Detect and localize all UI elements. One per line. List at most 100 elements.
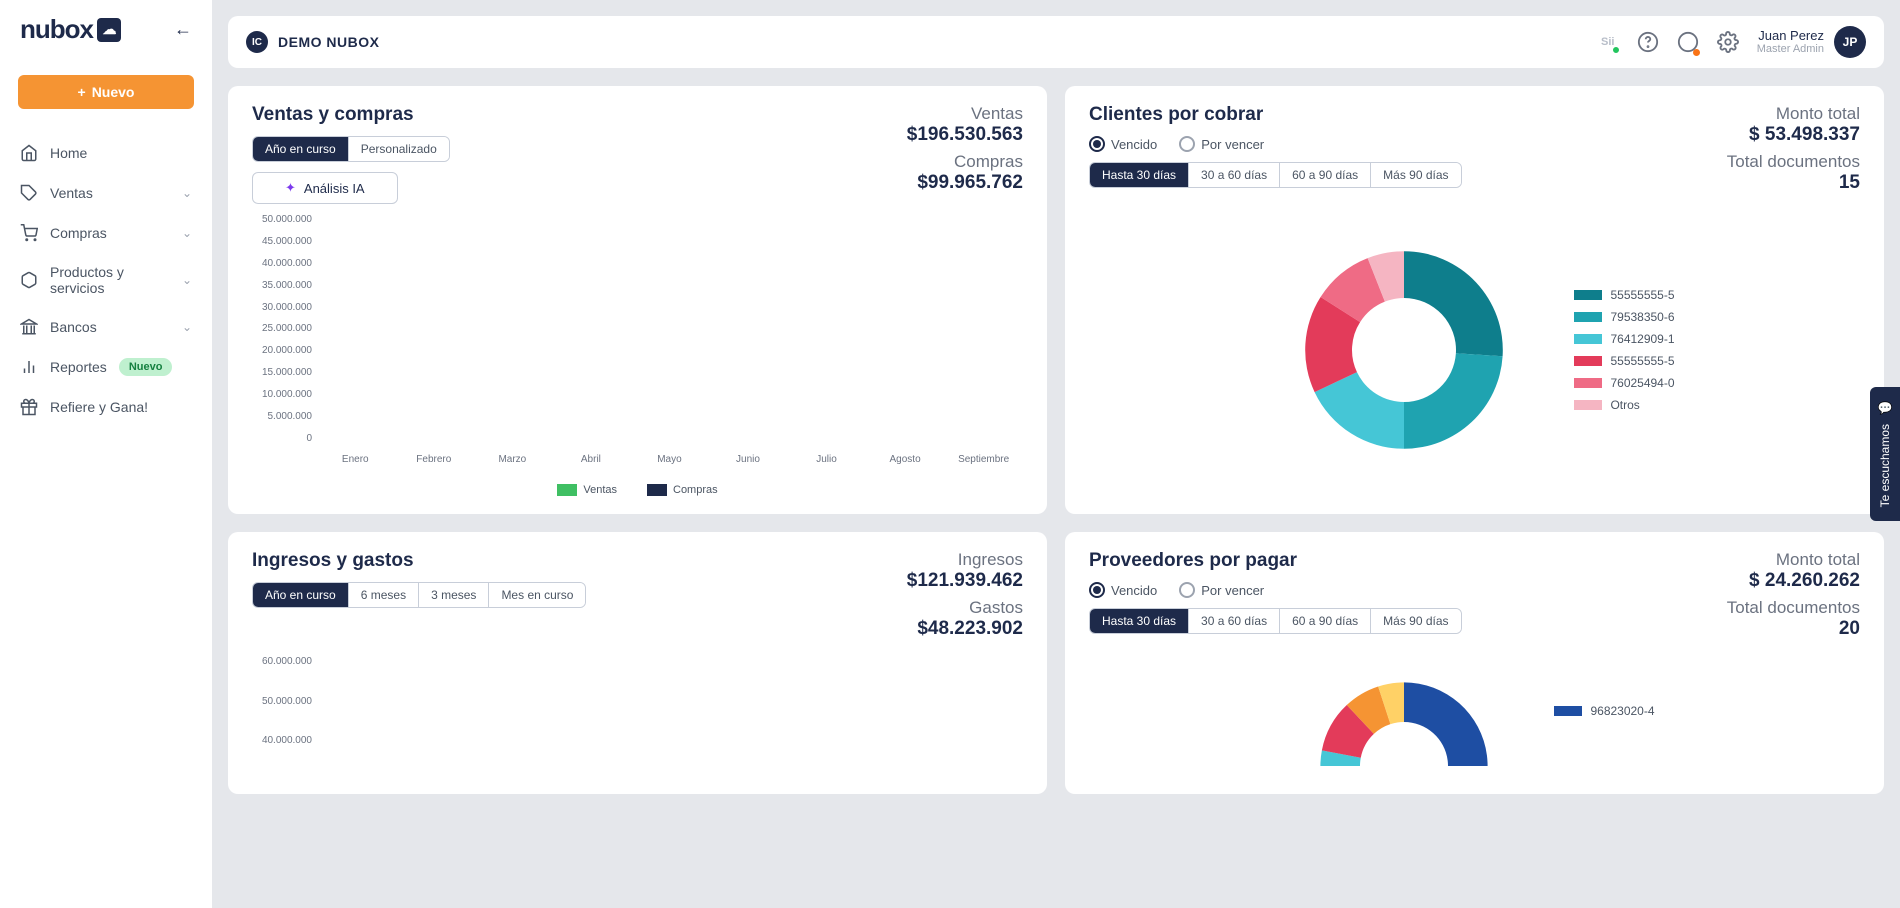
sidebar-item-bank[interactable]: Bancos⌄ <box>0 307 212 347</box>
radio-dot <box>1179 582 1195 598</box>
legend-item: Ventas <box>557 484 617 496</box>
segment-proveedores: Hasta 30 días30 a 60 días60 a 90 díasMás… <box>1089 608 1462 634</box>
metric-label: Ingresos <box>907 550 1023 570</box>
sii-status-icon[interactable]: Sii <box>1597 31 1619 53</box>
donut-slice <box>1404 251 1503 356</box>
chevron-down-icon: ⌄ <box>182 273 192 287</box>
segment-option[interactable]: 60 a 90 días <box>1280 609 1371 633</box>
segment-option[interactable]: Año en curso <box>253 583 349 607</box>
sidebar-item-label: Ventas <box>50 185 93 201</box>
avatar: JP <box>1834 26 1866 58</box>
sidebar-item-box[interactable]: Productos y servicios⌄ <box>0 253 212 307</box>
x-tick: Abril <box>561 448 621 474</box>
chevron-down-icon: ⌄ <box>182 320 192 334</box>
sidebar-item-gift[interactable]: Refiere y Gana! <box>0 387 212 427</box>
sidebar-item-chart[interactable]: ReportesNuevo <box>0 347 212 387</box>
metric-value: $48.223.902 <box>907 618 1023 640</box>
y-tick: 5.000.000 <box>252 411 312 422</box>
legend-item: 76412909-1 <box>1574 332 1674 346</box>
x-tick: Junio <box>718 448 778 474</box>
settings-icon[interactable] <box>1717 31 1739 53</box>
radio-dot <box>1179 136 1195 152</box>
legend-item: 96823020-4 <box>1554 704 1654 718</box>
metric-label: Total documentos <box>1727 598 1860 618</box>
radio-option[interactable]: Por vencer <box>1179 136 1264 152</box>
metric-value: $196.530.563 <box>907 124 1023 146</box>
segment-option[interactable]: 30 a 60 días <box>1189 163 1280 187</box>
radio-option[interactable]: Por vencer <box>1179 582 1264 598</box>
segment-ingresos-gastos: Año en curso6 meses3 mesesMes en curso <box>252 582 586 608</box>
metric-label: Monto total <box>1727 104 1860 124</box>
sidebar-item-label: Refiere y Gana! <box>50 399 148 415</box>
x-tick: Febrero <box>404 448 464 474</box>
metric-label: Gastos <box>907 598 1023 618</box>
donut-legend: 96823020-4 <box>1554 704 1654 718</box>
new-button[interactable]: + Nuevo <box>18 75 194 109</box>
x-tick: Mayo <box>639 448 699 474</box>
gift-icon <box>20 398 38 416</box>
feedback-icon: 💬 <box>1878 401 1892 416</box>
segment-option[interactable]: Más 90 días <box>1371 609 1460 633</box>
sidebar: nubox☁ ← + Nuevo HomeVentas⌄Compras⌄Prod… <box>0 0 212 908</box>
metric-value: $121.939.462 <box>907 570 1023 592</box>
metric-value: $99.965.762 <box>907 172 1023 194</box>
badge-new: Nuevo <box>119 358 173 376</box>
user-menu[interactable]: Juan Perez Master Admin JP <box>1757 26 1866 58</box>
nav: HomeVentas⌄Compras⌄Productos y servicios… <box>0 133 212 427</box>
metric-label: Monto total <box>1727 550 1860 570</box>
segment-option[interactable]: Personalizado <box>349 137 449 161</box>
sidebar-item-tag[interactable]: Ventas⌄ <box>0 173 212 213</box>
sparkle-icon: ✦ <box>285 180 296 196</box>
bank-icon <box>20 318 38 336</box>
segment-option[interactable]: Hasta 30 días <box>1090 609 1189 633</box>
radio-option[interactable]: Vencido <box>1089 136 1157 152</box>
y-tick: 40.000.000 <box>252 258 312 269</box>
chat-icon[interactable] <box>1677 31 1699 53</box>
legend-item: 76025494-0 <box>1574 376 1674 390</box>
metric-value: 20 <box>1727 618 1860 640</box>
segment-option[interactable]: Mes en curso <box>489 583 585 607</box>
card-title: Clientes por cobrar <box>1089 104 1462 126</box>
chart-legend: VentasCompras <box>252 484 1023 496</box>
radio-option[interactable]: Vencido <box>1089 582 1157 598</box>
y-tick: 35.000.000 <box>252 280 312 291</box>
y-tick: 30.000.000 <box>252 302 312 313</box>
segment-option[interactable]: 60 a 90 días <box>1280 163 1371 187</box>
segment-option[interactable]: 30 a 60 días <box>1189 609 1280 633</box>
legend-item: 79538350-6 <box>1574 310 1674 324</box>
collapse-sidebar-button[interactable]: ← <box>174 19 192 40</box>
radio-dot <box>1089 582 1105 598</box>
sidebar-item-cart[interactable]: Compras⌄ <box>0 213 212 253</box>
help-icon[interactable] <box>1637 31 1659 53</box>
metric-value: $ 53.498.337 <box>1727 124 1860 146</box>
segment-option[interactable]: Hasta 30 días <box>1090 163 1189 187</box>
sidebar-item-home[interactable]: Home <box>0 133 212 173</box>
segment-option[interactable]: 3 meses <box>419 583 489 607</box>
donut-slice <box>1404 353 1503 449</box>
donut-chart-clientes <box>1274 220 1534 480</box>
legend-item: 55555555-5 <box>1574 288 1674 302</box>
donut-legend: 55555555-5 79538350-6 76412909-1 55555555-5… <box>1574 288 1674 412</box>
card-title: Ventas y compras <box>252 104 450 126</box>
box-icon <box>20 271 38 289</box>
legend-item: 55555555-5 <box>1574 354 1674 368</box>
company-name: DEMO NUBOX <box>278 34 379 50</box>
feedback-tab[interactable]: 💬 Te escuchamos <box>1870 387 1900 521</box>
radio-label: Por vencer <box>1201 137 1264 152</box>
radio-dot <box>1089 136 1105 152</box>
radio-label: Por vencer <box>1201 583 1264 598</box>
segment-option[interactable]: Más 90 días <box>1371 163 1460 187</box>
sidebar-item-label: Home <box>50 145 87 161</box>
y-tick: 40.000.000 <box>252 735 312 746</box>
x-tick: Septiembre <box>954 448 1014 474</box>
topbar: IC DEMO NUBOX Sii Juan Perez Master Admi… <box>228 16 1884 68</box>
metric-label: Total documentos <box>1727 152 1860 172</box>
analisis-ia-button[interactable]: ✦ Análisis IA <box>252 172 398 204</box>
segment-option[interactable]: Año en curso <box>253 137 349 161</box>
y-tick: 60.000.000 <box>252 656 312 667</box>
card-ingresos-gastos: Ingresos y gastos Año en curso6 meses3 m… <box>228 532 1047 794</box>
x-tick: Marzo <box>482 448 542 474</box>
donut-chart-proveedores <box>1294 656 1514 766</box>
segment-option[interactable]: 6 meses <box>349 583 419 607</box>
y-tick: 0 <box>252 433 312 444</box>
